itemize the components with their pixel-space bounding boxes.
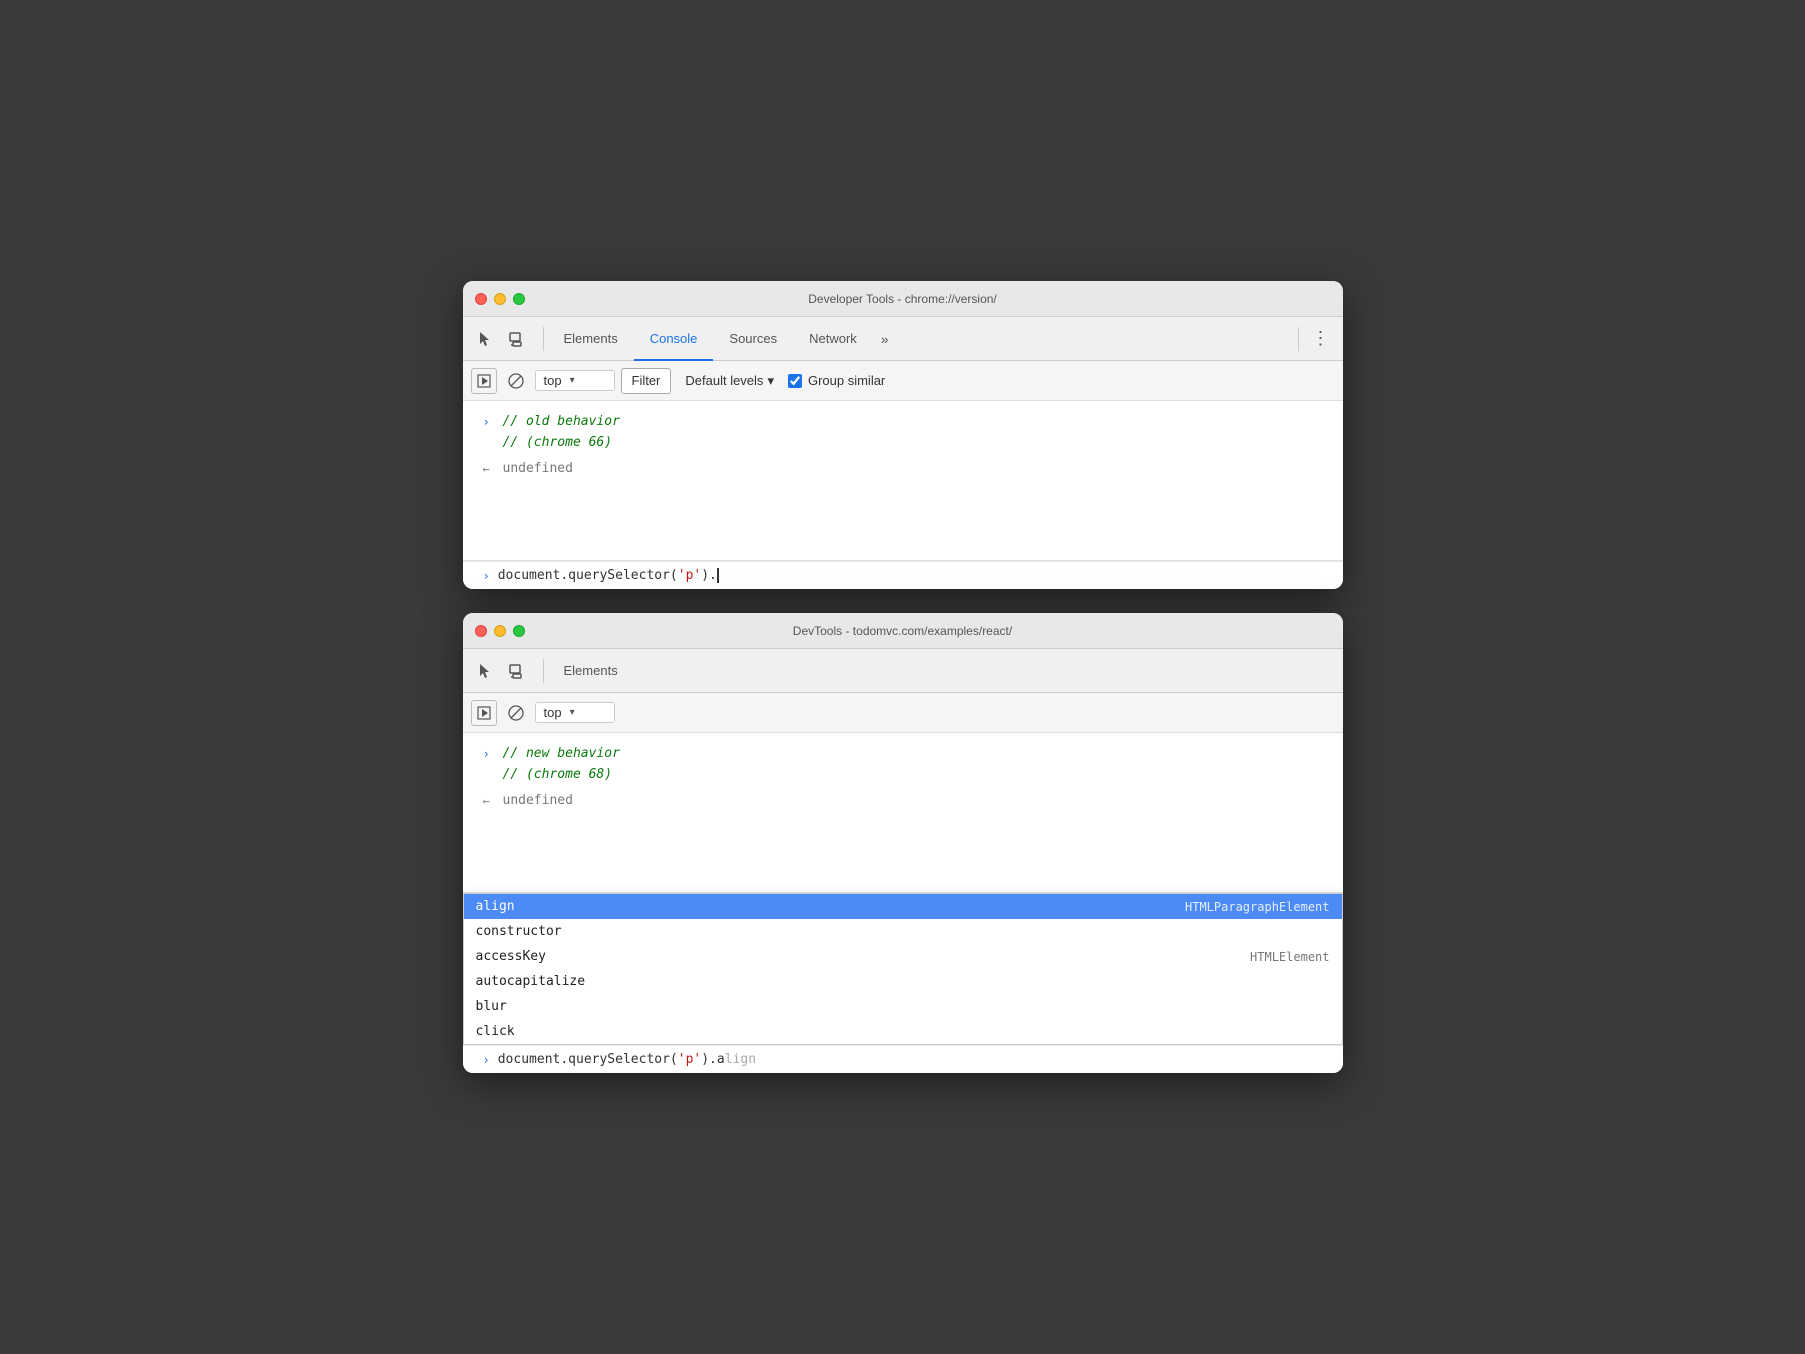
execute-button-2[interactable] [471,700,497,726]
text-cursor-1 [717,568,719,583]
context-value: top [544,373,562,388]
traffic-lights-1 [475,293,525,305]
autocomplete-dropdown: align HTMLParagraphElement constructor a… [463,893,1343,1045]
input-arrow-3: › [483,744,495,764]
cursor-icon-2[interactable] [471,657,499,685]
close-button-2[interactable] [475,625,487,637]
console-input-2[interactable]: › document.querySelector('p').align [463,1045,1343,1073]
input-content-2: document.querySelector('p').align [498,1052,756,1067]
console-entry-4: ← undefined [463,788,1343,814]
autocomplete-item-blur[interactable]: blur [464,994,1342,1019]
close-button[interactable] [475,293,487,305]
device-icon[interactable] [503,325,531,353]
input-text-before: document.querySelector('p'). [498,568,717,583]
tabs-container-2: Elements [548,649,1335,693]
title-bar-2: DevTools - todomvc.com/examples/react/ [463,613,1343,649]
context-value-2: top [544,705,562,720]
devtools-window-2: DevTools - todomvc.com/examples/react/ E… [463,613,1343,1073]
devtools-menu-icon[interactable]: ⋮ [1307,325,1335,353]
tab-sources[interactable]: Sources [713,317,793,361]
autocomplete-item-constructor[interactable]: constructor [464,919,1342,944]
toolbar-icons [471,325,531,353]
entry-text-3a: // new behavior [503,744,620,765]
tab-console[interactable]: Console [634,317,714,361]
console-entry-2: ← undefined [463,456,1343,482]
devtools-window-1: Developer Tools - chrome://version/ Elem… [463,281,1343,589]
tab-bar-1: Elements Console Sources Network » ⋮ [463,317,1343,361]
output-arrow-1: ← [483,459,495,479]
ac-label-align: align [476,899,515,914]
console-entry-3: › // new behavior // (chrome 68) [463,741,1343,788]
ac-label-blur: blur [476,999,507,1014]
ac-label-accesskey: accessKey [476,949,546,964]
ac-type-accesskey: HTMLElement [1250,950,1329,964]
vertical-rule [1298,327,1299,351]
autocomplete-item-accesskey[interactable]: accessKey HTMLElement [464,944,1342,969]
tab-divider-2 [543,659,544,683]
autocomplete-item-click[interactable]: click [464,1019,1342,1044]
group-similar-checkbox[interactable] [788,374,802,388]
console-toolbar-2: top ▾ [463,693,1343,733]
tabs-container-1: Elements Console Sources Network » [548,317,1294,361]
input-content-1: document.querySelector('p'). [498,568,719,583]
autocomplete-item-align[interactable]: align HTMLParagraphElement [464,894,1342,919]
entry-undefined-1: undefined [503,459,573,480]
clear-button-2[interactable] [503,700,529,726]
window-title-2: DevTools - todomvc.com/examples/react/ [793,624,1012,638]
minimize-button[interactable] [494,293,506,305]
title-bar-1: Developer Tools - chrome://version/ [463,281,1343,317]
more-tabs-icon[interactable]: » [873,331,897,347]
group-similar-label: Group similar [808,373,885,388]
toolbar-icons-2 [471,657,531,685]
traffic-lights-2 [475,625,525,637]
minimize-button-2[interactable] [494,625,506,637]
cursor-char: a [717,1052,725,1067]
console-toolbar-1: top ▾ Filter Default levels ▾ Group simi… [463,361,1343,401]
levels-arrow: ▾ [767,373,774,389]
tab-network[interactable]: Network [793,317,873,361]
input-arrow-1: › [483,412,495,432]
levels-button[interactable]: Default levels ▾ [677,371,782,391]
autocomplete-item-autocapitalize[interactable]: autocapitalize [464,969,1342,994]
prompt-arrow-2: › [483,1053,490,1067]
prompt-arrow-1: › [483,569,490,583]
entry-undefined-2: undefined [503,791,573,812]
context-selector-2[interactable]: top ▾ [535,702,615,723]
console-entry-1: › // old behavior // (chrome 66) [463,409,1343,456]
context-dropdown-arrow: ▾ [570,375,575,386]
console-output-1: › // old behavior // (chrome 66) ← undef… [463,401,1343,561]
input-text-before-2: document.querySelector('p'). [498,1052,717,1067]
autocomplete-ghost-text: lign [725,1052,756,1067]
tab-bar-end: ⋮ [1294,325,1335,353]
tab-elements-2[interactable]: Elements [548,649,634,693]
entry-text-1a: // old behavior [503,412,620,433]
entry-text-1b: // (chrome 66) [503,433,620,454]
console-input-1[interactable]: › document.querySelector('p'). [463,561,1343,589]
group-similar-wrapper: Group similar [788,373,885,388]
tab-bar-2: Elements [463,649,1343,693]
execute-button[interactable] [471,368,497,394]
ac-type-align: HTMLParagraphElement [1185,900,1330,914]
tab-divider [543,327,544,351]
tab-elements[interactable]: Elements [548,317,634,361]
output-arrow-2: ← [483,791,495,811]
maximize-button-2[interactable] [513,625,525,637]
device-icon-2[interactable] [503,657,531,685]
console-output-2: › // new behavior // (chrome 68) ← undef… [463,733,1343,893]
filter-button[interactable]: Filter [621,368,672,394]
context-dropdown-arrow-2: ▾ [570,707,575,718]
context-selector-1[interactable]: top ▾ [535,370,615,391]
clear-button[interactable] [503,368,529,394]
ac-label-autocapitalize: autocapitalize [476,974,586,989]
entry-text-3b: // (chrome 68) [503,765,620,786]
ac-label-click: click [476,1024,515,1039]
window-title-1: Developer Tools - chrome://version/ [808,292,997,306]
ac-label-constructor: constructor [476,924,562,939]
maximize-button[interactable] [513,293,525,305]
cursor-icon[interactable] [471,325,499,353]
